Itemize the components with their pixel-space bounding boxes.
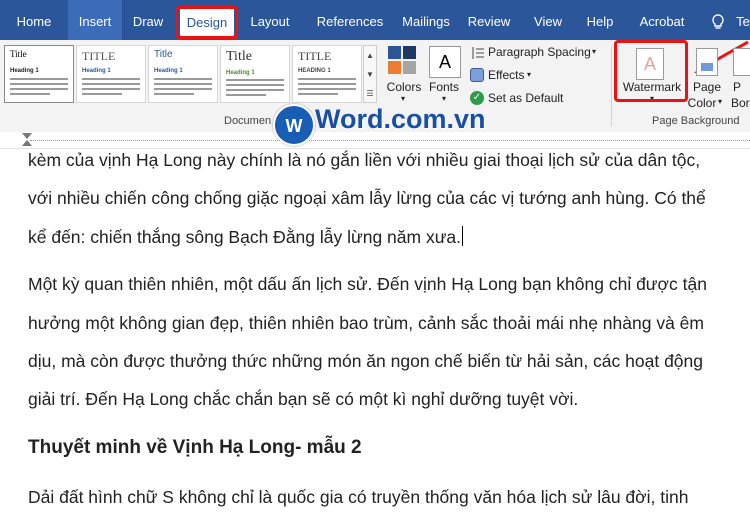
section-heading: Thuyết minh về Vịnh Hạ Long- mẫu 2	[28, 437, 362, 458]
paragraph-spacing-button[interactable]: Paragraph Spacing	[488, 45, 591, 59]
chevron-down-icon[interactable]: ▼	[364, 65, 376, 84]
ribbon-separator	[611, 46, 612, 126]
paragraph-line: với nhiều chiến công chống giặc ngoại xâ…	[28, 188, 706, 208]
style-title: TITLE	[298, 49, 332, 63]
style-heading: Heading 1	[10, 68, 39, 74]
style-heading: Heading 1	[154, 68, 183, 74]
paragraph-spacing-icon	[470, 46, 484, 59]
effects-button[interactable]: Effects	[488, 68, 524, 82]
chevron-down-icon[interactable]: ▾	[437, 94, 451, 103]
chevron-down-icon[interactable]: ▾	[592, 47, 596, 56]
style-title: Title	[154, 49, 173, 60]
tell-me-partial[interactable]: Te	[733, 0, 750, 40]
paragraph-line-with-cursor: kể đến: chiến thắng sông Bạch Đằng lẫy l…	[28, 226, 464, 248]
watermark-highlight	[614, 40, 688, 102]
gallery-more-icon[interactable]: ☰	[364, 84, 376, 103]
gallery-scrollbar[interactable]: ▲ ▼ ☰	[363, 45, 377, 103]
style-heading: Heading 1	[226, 70, 255, 76]
indent-marker-icon[interactable]	[22, 133, 32, 139]
checkmark-icon: ✓	[470, 91, 484, 105]
style-gallery-item-3[interactable]: Title Heading 1	[148, 45, 218, 103]
paragraph-line: dịu, mà còn được thưởng thức những món ă…	[28, 351, 703, 371]
chevron-down-icon[interactable]: ▾	[396, 94, 410, 103]
logo-badge-icon: W	[273, 104, 315, 146]
set-as-default-button[interactable]: Set as Default	[488, 91, 563, 105]
effects-icon	[470, 68, 484, 82]
page-color-label-line2[interactable]: Color	[687, 96, 717, 110]
tab-view[interactable]: View	[526, 0, 570, 40]
paragraph-line: giải trí. Đến Hạ Long chắc chắn bạn sẽ c…	[28, 389, 579, 409]
paragraph-line: kèm của vịnh Hạ Long này chính là nó gắn…	[28, 150, 701, 170]
tab-help[interactable]: Help	[580, 0, 620, 40]
tab-home[interactable]: Home	[8, 0, 60, 40]
style-heading: Heading 1	[82, 68, 111, 74]
page-color-button[interactable]: Page	[692, 80, 722, 94]
paragraph-line: hưởng một không gian đẹp, thiên nhiên ba…	[28, 313, 704, 333]
style-title: Title	[10, 49, 27, 59]
tab-insert[interactable]: Insert	[68, 0, 122, 40]
page-borders-icon	[733, 48, 750, 76]
chevron-down-icon[interactable]: ▾	[527, 70, 531, 79]
chevron-down-icon[interactable]: ▾	[718, 97, 722, 106]
page-color-icon	[696, 48, 718, 76]
ribbon-tab-bar: Home Insert Draw Design Layout Reference…	[0, 0, 750, 40]
style-title: TITLE	[82, 49, 116, 63]
svg-text:W: W	[286, 116, 303, 136]
lightbulb-icon[interactable]	[709, 13, 727, 31]
paragraph-line: kể đến: chiến thắng sông Bạch Đằng lẫy l…	[28, 227, 462, 247]
tab-references[interactable]: References	[308, 0, 392, 40]
style-heading: HEADING 1	[298, 68, 331, 74]
fonts-button[interactable]: Fonts	[426, 80, 462, 94]
style-gallery-item-1[interactable]: Title Heading 1	[4, 45, 74, 103]
page-background-group-label: Page Background	[652, 115, 740, 127]
page-borders-label-line2[interactable]: Bor	[731, 96, 750, 110]
tab-mailings[interactable]: Mailings	[396, 0, 456, 40]
paragraph-line: Một kỳ quan thiên nhiên, một dấu ấn lịch…	[28, 274, 707, 294]
tab-acrobat[interactable]: Acrobat	[632, 0, 692, 40]
logo-text: Word.com.vn	[315, 104, 486, 134]
colors-button[interactable]: Colors	[384, 80, 424, 94]
chevron-up-icon[interactable]: ▲	[364, 46, 376, 65]
document-formatting-group-label: Documen	[224, 115, 272, 127]
style-gallery-item-4[interactable]: Title Heading 1	[220, 45, 290, 103]
tab-review[interactable]: Review	[462, 0, 516, 40]
paragraph-line: Dải đất hình chữ S không chỉ là quốc gia…	[28, 487, 689, 507]
style-gallery-item-5[interactable]: TITLE HEADING 1	[292, 45, 362, 103]
text-cursor	[462, 226, 464, 246]
colors-icon[interactable]	[388, 46, 418, 78]
style-title: Title	[226, 49, 252, 64]
tab-draw[interactable]: Draw	[126, 0, 170, 40]
fonts-icon[interactable]: A	[429, 46, 461, 78]
page-borders-button[interactable]: P	[733, 80, 741, 94]
style-gallery-item-2[interactable]: TITLE Heading 1	[76, 45, 146, 103]
tab-layout[interactable]: Layout	[244, 0, 296, 40]
design-tab-highlight	[175, 6, 238, 39]
